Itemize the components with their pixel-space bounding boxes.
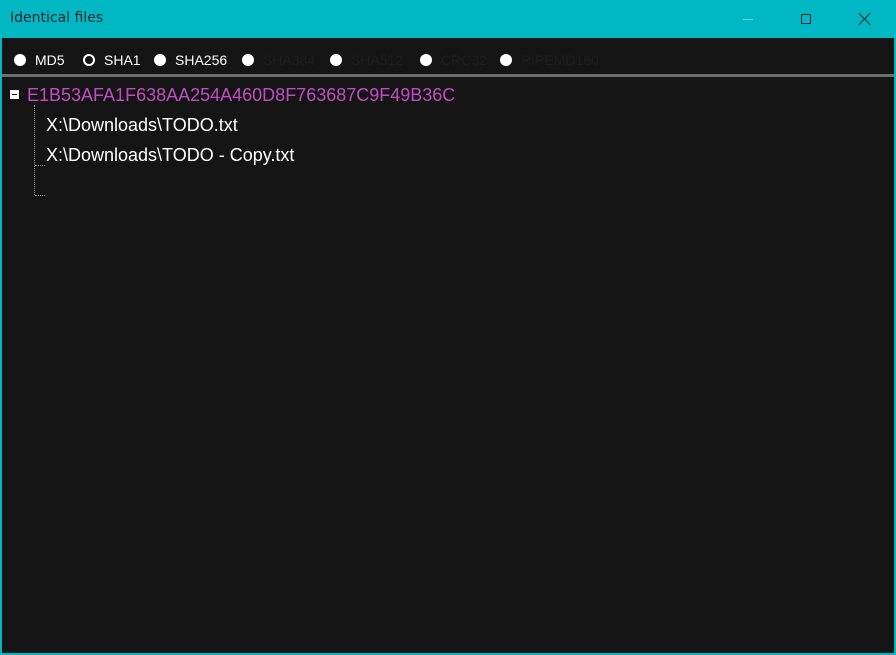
radio-label: SHA512 [351,52,404,68]
title-bar[interactable]: Identical files [0,0,896,38]
radio-sha384[interactable]: SHA384 [242,51,315,69]
radio-label: MD5 [35,52,65,68]
minimize-icon [743,18,753,20]
tree-item-file[interactable]: X:\Downloads\TODO - Copy.txt [46,145,294,166]
radio-button-icon [14,54,26,66]
radio-button-icon [242,54,254,66]
close-button[interactable] [836,0,894,38]
tree-root-hash[interactable]: E1B53AFA1F638AA254A460D8F763687C9F49B36C [27,85,455,106]
radio-label: RIPEMD160 [521,52,599,68]
radio-button-selected-icon [83,54,95,66]
maximize-icon [801,14,811,24]
close-icon [859,13,871,25]
duplicate-files-tree[interactable]: E1B53AFA1F638AA254A460D8F763687C9F49B36C… [2,77,894,653]
radio-sha256[interactable]: SHA256 [154,51,227,69]
radio-ripemd160[interactable]: RIPEMD160 [500,51,599,69]
window-title: Identical files [10,10,104,26]
radio-label: SHA384 [263,52,316,68]
radio-md5[interactable]: MD5 [14,51,65,69]
radio-sha512[interactable]: SHA512 [330,51,403,69]
app-window: Identical files MD5 SHA1 SHA256 SHA384 S… [0,0,896,655]
radio-crc32[interactable]: CRC32 [420,51,487,69]
radio-label: CRC32 [441,52,487,68]
tree-item-file[interactable]: X:\Downloads\TODO.txt [46,115,238,136]
radio-button-icon [500,54,512,66]
tree-connector-line [34,105,35,195]
collapse-minus-icon[interactable] [10,90,19,99]
tree-connector-line [35,195,45,196]
maximize-button[interactable] [777,0,835,38]
radio-button-icon [154,54,166,66]
radio-label: SHA1 [104,52,141,68]
radio-button-icon [420,54,432,66]
radio-sha1[interactable]: SHA1 [83,51,141,69]
hash-algorithm-bar: MD5 SHA1 SHA256 SHA384 SHA512 CRC32 RIPE… [2,38,894,77]
radio-button-icon [330,54,342,66]
client-area: MD5 SHA1 SHA256 SHA384 SHA512 CRC32 RIPE… [2,38,894,653]
radio-label: SHA256 [175,52,228,68]
tree-connector-line [35,165,45,166]
minimize-button[interactable] [719,0,777,38]
